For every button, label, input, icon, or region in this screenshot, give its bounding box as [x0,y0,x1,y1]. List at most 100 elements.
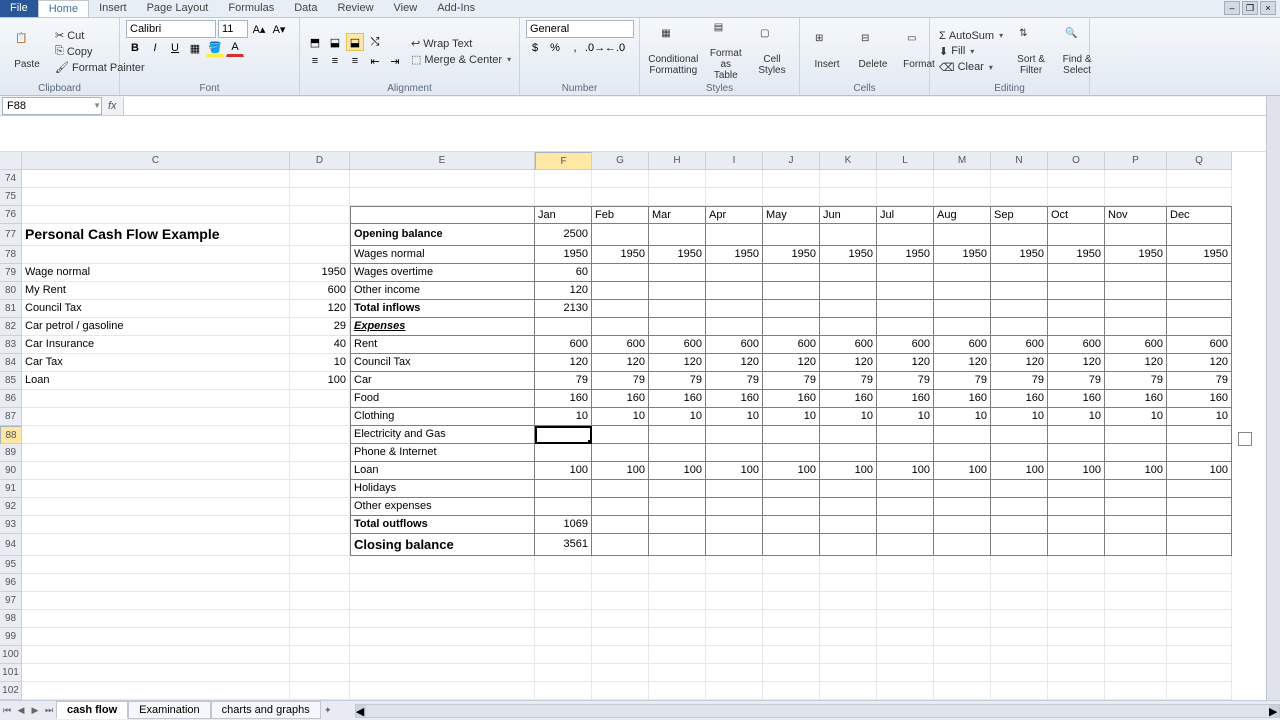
cell-E95[interactable] [350,556,535,574]
cell-G87[interactable]: 10 [592,408,649,426]
col-header-G[interactable]: G [592,152,649,170]
cell-I97[interactable] [706,592,763,610]
cell-F97[interactable] [535,592,592,610]
cell-J102[interactable] [763,682,820,700]
cell-K79[interactable] [820,264,877,282]
cell-E97[interactable] [350,592,535,610]
cell-J80[interactable] [763,282,820,300]
cell-I102[interactable] [706,682,763,700]
cell-O82[interactable] [1048,318,1105,336]
cell-F78[interactable]: 1950 [535,246,592,264]
cell-I98[interactable] [706,610,763,628]
cell-O75[interactable] [1048,188,1105,206]
cell-Q91[interactable] [1167,480,1232,498]
cell-I84[interactable]: 120 [706,354,763,372]
cell-J95[interactable] [763,556,820,574]
cell-I95[interactable] [706,556,763,574]
row-header-77[interactable]: 77 [0,224,22,246]
cell-K94[interactable] [820,534,877,556]
cell-C96[interactable] [22,574,290,592]
cell-M76[interactable]: Aug [934,206,991,224]
cell-P78[interactable]: 1950 [1105,246,1167,264]
merge-center-button[interactable]: ⬚Merge & Center [408,52,514,67]
fx-icon[interactable]: fx [102,100,123,112]
cell-C75[interactable] [22,188,290,206]
cell-L101[interactable] [877,664,934,682]
cell-L81[interactable] [877,300,934,318]
cell-C87[interactable] [22,408,290,426]
select-all-corner[interactable] [0,152,22,170]
cell-E89[interactable]: Phone & Internet [350,444,535,462]
cell-G74[interactable] [592,170,649,188]
align-top[interactable]: ⬒ [306,33,324,51]
cell-P82[interactable] [1105,318,1167,336]
cell-Q96[interactable] [1167,574,1232,592]
cell-N84[interactable]: 120 [991,354,1048,372]
sheet-nav-first[interactable]: ⏮ [0,703,14,719]
row-header-100[interactable]: 100 [0,646,22,664]
cell-Q98[interactable] [1167,610,1232,628]
cell-Q90[interactable]: 100 [1167,462,1232,480]
font-color-button[interactable]: A [226,39,244,57]
cell-Q97[interactable] [1167,592,1232,610]
cell-J88[interactable] [763,426,820,444]
row-header-80[interactable]: 80 [0,282,22,300]
cell-G91[interactable] [592,480,649,498]
cell-O90[interactable]: 100 [1048,462,1105,480]
cell-N95[interactable] [991,556,1048,574]
delete-cells-button[interactable]: ⊟Delete [852,31,894,72]
cell-N85[interactable]: 79 [991,372,1048,390]
cell-K82[interactable] [820,318,877,336]
cell-C89[interactable] [22,444,290,462]
cell-E102[interactable] [350,682,535,700]
row-header-75[interactable]: 75 [0,188,22,206]
cell-J92[interactable] [763,498,820,516]
cell-K102[interactable] [820,682,877,700]
cell-Q88[interactable] [1167,426,1232,444]
cell-O101[interactable] [1048,664,1105,682]
tab-view[interactable]: View [384,0,428,17]
cell-Q83[interactable]: 600 [1167,336,1232,354]
cell-G86[interactable]: 160 [592,390,649,408]
cell-F100[interactable] [535,646,592,664]
row-header-92[interactable]: 92 [0,498,22,516]
cell-L77[interactable] [877,224,934,246]
cell-M87[interactable]: 10 [934,408,991,426]
cell-C88[interactable] [22,426,290,444]
col-header-E[interactable]: E [350,152,535,170]
indent-dec[interactable]: ⇤ [366,52,384,70]
cell-K88[interactable] [820,426,877,444]
cell-J91[interactable] [763,480,820,498]
cell-E88[interactable]: Electricity and Gas [350,426,535,444]
cell-F79[interactable]: 60 [535,264,592,282]
cell-N80[interactable] [991,282,1048,300]
cell-F92[interactable] [535,498,592,516]
cell-M90[interactable]: 100 [934,462,991,480]
cell-J75[interactable] [763,188,820,206]
col-header-H[interactable]: H [649,152,706,170]
cell-P79[interactable] [1105,264,1167,282]
cell-G80[interactable] [592,282,649,300]
cell-J78[interactable]: 1950 [763,246,820,264]
row-header-74[interactable]: 74 [0,170,22,188]
tab-formulas[interactable]: Formulas [218,0,284,17]
col-header-N[interactable]: N [991,152,1048,170]
cell-M102[interactable] [934,682,991,700]
cell-D82[interactable]: 29 [290,318,350,336]
cell-M81[interactable] [934,300,991,318]
cell-H80[interactable] [649,282,706,300]
new-sheet-button[interactable]: ✦ [321,703,335,719]
cell-K83[interactable]: 600 [820,336,877,354]
cell-Q85[interactable]: 79 [1167,372,1232,390]
sort-filter-button[interactable]: ⇅Sort & Filter [1010,26,1052,78]
cell-E81[interactable]: Total inflows [350,300,535,318]
cell-N89[interactable] [991,444,1048,462]
cell-L94[interactable] [877,534,934,556]
cell-H101[interactable] [649,664,706,682]
cell-G95[interactable] [592,556,649,574]
cell-N83[interactable]: 600 [991,336,1048,354]
cell-M85[interactable]: 79 [934,372,991,390]
cell-J100[interactable] [763,646,820,664]
cell-M92[interactable] [934,498,991,516]
autosum-button[interactable]: ΣAutoSum [936,29,1006,43]
